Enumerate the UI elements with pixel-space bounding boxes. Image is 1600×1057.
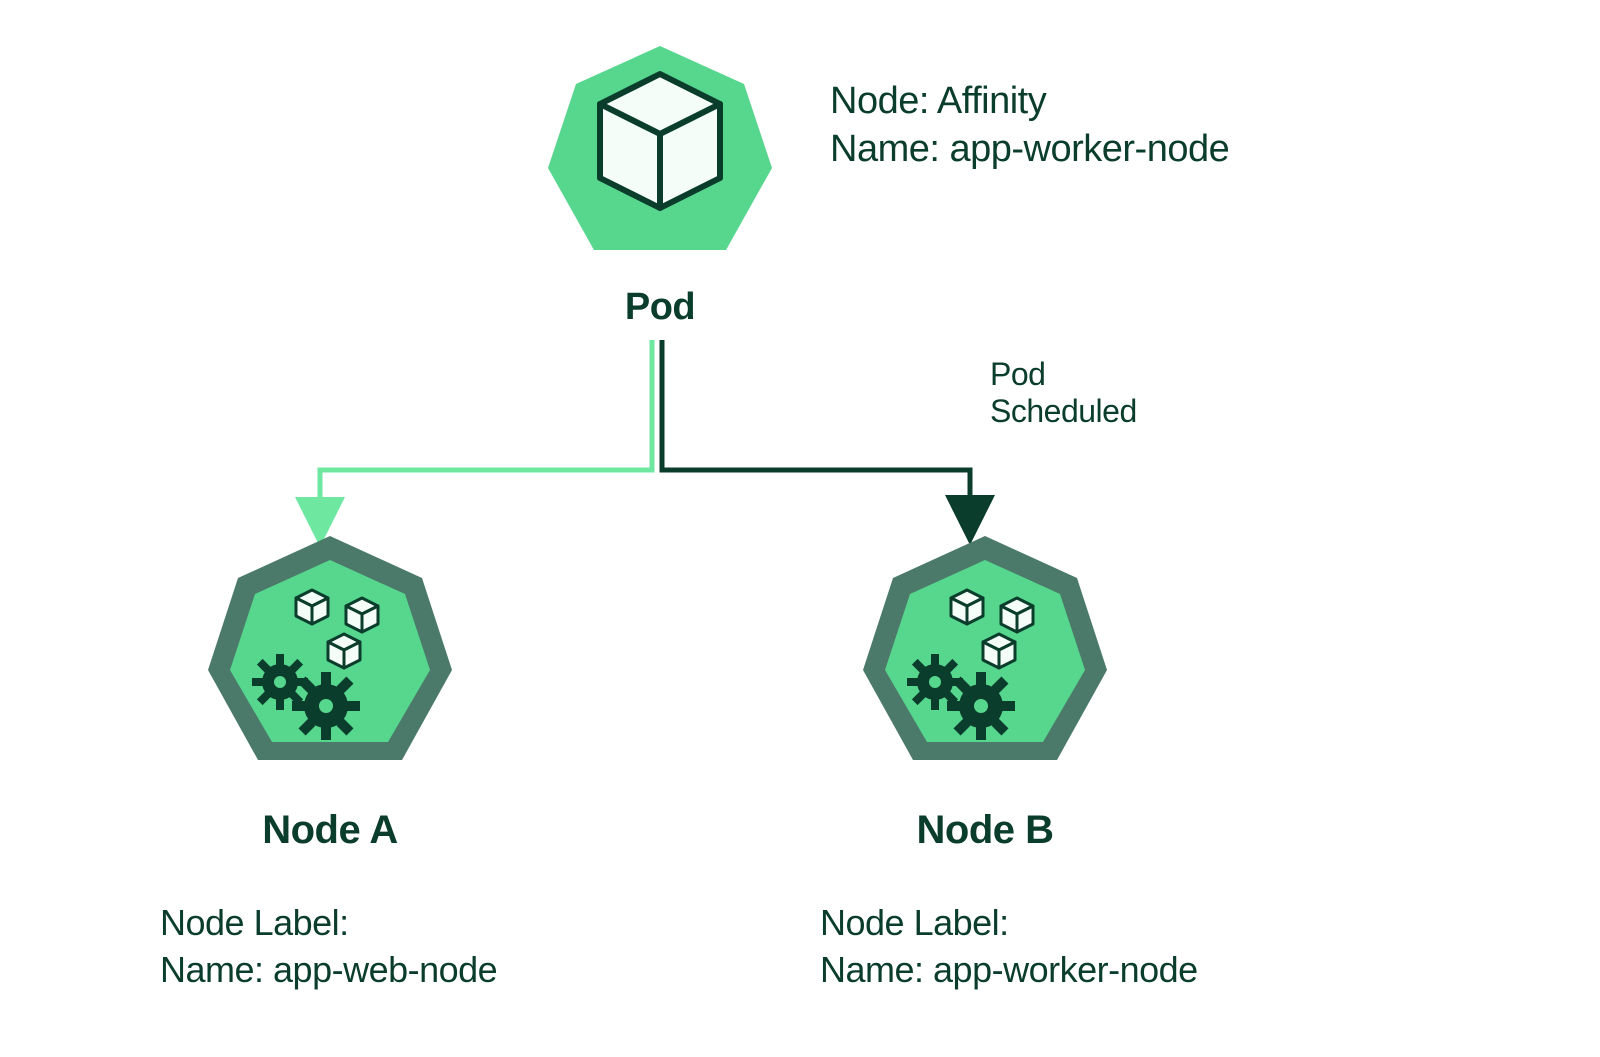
node-a-label-block: Node Label: Name: app-web-node: [160, 900, 497, 994]
node-b-label-name: Name: app-worker-node: [820, 947, 1198, 994]
node-a-title: Node A: [180, 808, 480, 853]
node-heptagon-icon: [200, 530, 460, 790]
node-b-block: Node B: [835, 530, 1135, 853]
node-a-label-heading: Node Label:: [160, 900, 497, 947]
node-b-label-block: Node Label: Name: app-worker-node: [820, 900, 1198, 994]
node-heptagon-icon: [855, 530, 1115, 790]
pod-scheduled-line2: Scheduled: [990, 393, 1137, 430]
node-a-label-name: Name: app-web-node: [160, 947, 497, 994]
diagram-stage: Pod Node: Affinity Name: app-worker-node…: [0, 0, 1600, 1057]
node-b-title: Node B: [835, 808, 1135, 853]
node-b-label-heading: Node Label:: [820, 900, 1198, 947]
arrow-to-node-b: [0, 0, 1600, 1057]
pod-scheduled-line1: Pod: [990, 356, 1137, 393]
pod-scheduled-label: Pod Scheduled: [990, 356, 1137, 430]
node-a-block: Node A: [180, 530, 480, 853]
